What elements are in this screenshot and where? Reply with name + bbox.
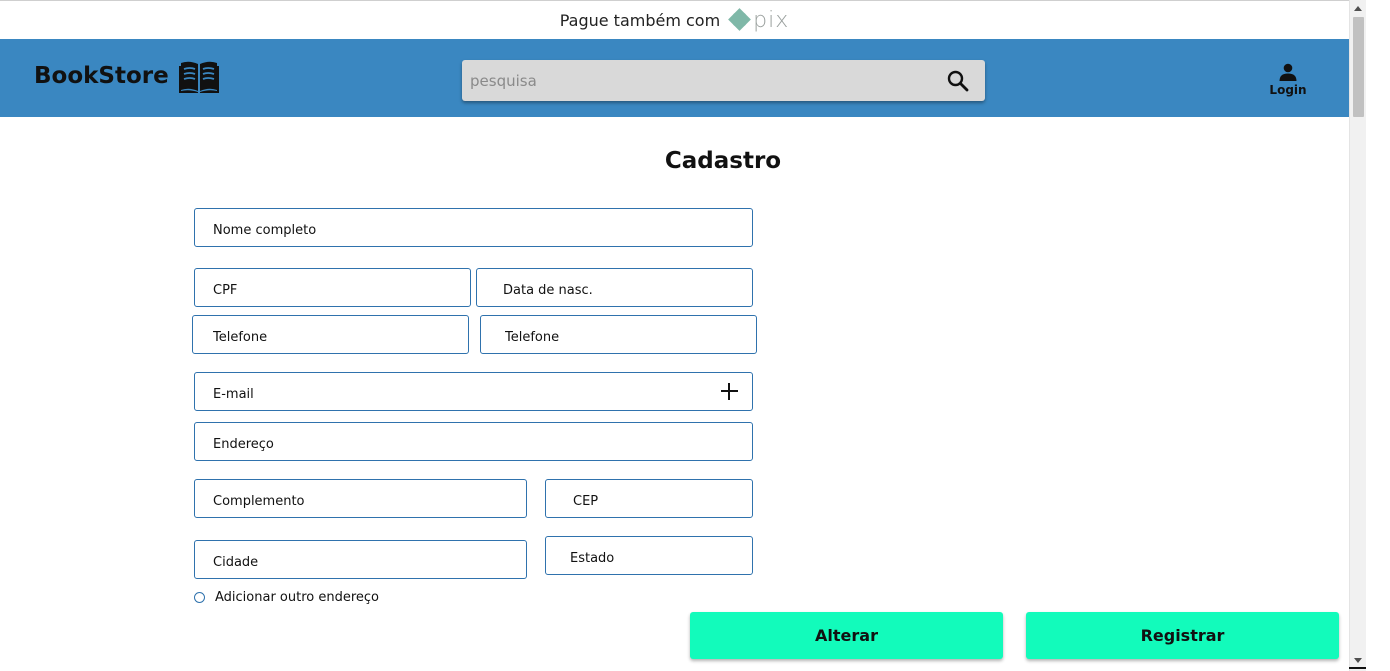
state-input[interactable] xyxy=(546,537,752,574)
user-icon xyxy=(1279,63,1297,81)
cep-input[interactable] xyxy=(546,480,752,517)
add-email-icon[interactable] xyxy=(721,383,738,400)
pix-logo-text: pix xyxy=(753,7,790,33)
cpf-field xyxy=(194,268,471,307)
search-icon[interactable] xyxy=(947,70,969,92)
add-address-label: Adicionar outro endereço xyxy=(215,590,380,605)
page-title: Cadastro xyxy=(664,148,782,174)
open-book-icon xyxy=(178,61,219,93)
phone-field-2 xyxy=(480,315,757,354)
pix-logo-icon xyxy=(728,8,752,31)
login-label: Login xyxy=(1269,83,1307,97)
email-field xyxy=(194,372,753,411)
scroll-down-arrow-icon[interactable] xyxy=(1354,658,1362,663)
pix-logo: pix xyxy=(728,7,790,33)
scroll-thumb[interactable] xyxy=(1353,17,1364,117)
vertical-scrollbar[interactable] xyxy=(1349,0,1366,671)
payment-banner-text: Pague também com xyxy=(559,10,721,30)
state-field xyxy=(545,536,753,575)
search-input[interactable] xyxy=(462,60,922,101)
address-field xyxy=(194,422,753,461)
scrollbar-bottom-edge xyxy=(1349,667,1366,669)
add-address-option[interactable]: Adicionar outro endereço xyxy=(194,590,379,605)
name-field xyxy=(194,208,753,247)
brand-name: BookStore xyxy=(34,63,169,89)
address-input[interactable] xyxy=(195,423,752,460)
birthdate-input[interactable] xyxy=(477,269,752,306)
add-address-radio[interactable] xyxy=(194,592,205,603)
name-input[interactable] xyxy=(195,209,752,246)
login-button[interactable]: Login xyxy=(1266,63,1310,97)
city-input[interactable] xyxy=(195,541,526,578)
brand-logo[interactable]: BookStore xyxy=(34,59,219,93)
complement-input[interactable] xyxy=(195,480,526,517)
payment-banner: Pague também com pix xyxy=(0,0,1349,39)
scroll-up-arrow-icon[interactable] xyxy=(1354,6,1362,11)
registrar-button[interactable]: Registrar xyxy=(1026,612,1339,659)
phone-input-1[interactable] xyxy=(193,316,468,353)
city-field xyxy=(194,540,527,579)
birthdate-field xyxy=(476,268,753,307)
cep-field xyxy=(545,479,753,518)
cpf-input[interactable] xyxy=(195,269,470,306)
complement-field xyxy=(194,479,527,518)
email-input[interactable] xyxy=(195,373,752,410)
search-bar xyxy=(462,60,985,101)
alterar-button[interactable]: Alterar xyxy=(690,612,1003,659)
phone-input-2[interactable] xyxy=(481,316,756,353)
phone-field-1 xyxy=(192,315,469,354)
navbar: BookStore Login xyxy=(0,39,1349,117)
